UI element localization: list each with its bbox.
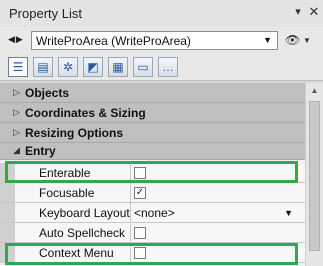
property-label: Auto Spellcheck xyxy=(39,226,126,240)
row-gutter xyxy=(0,203,15,222)
object-select[interactable]: WriteProArea (WriteProArea) ▼ xyxy=(31,31,278,50)
category-label: Resizing Options xyxy=(25,126,124,140)
expand-icon[interactable]: ▷ xyxy=(13,107,20,118)
category-label: Objects xyxy=(25,86,70,100)
property-label: Focusable xyxy=(39,186,95,200)
collapse-icon[interactable]: ◢ xyxy=(13,145,20,156)
keyboard-layout-select[interactable]: <none> xyxy=(134,206,175,220)
scroll-thumb[interactable] xyxy=(309,101,320,251)
row-gutter xyxy=(0,223,15,242)
focusable-checkbox[interactable]: ✓ xyxy=(134,187,146,199)
category-label: Entry xyxy=(25,144,56,158)
tab-list-view-icon[interactable]: ☰ xyxy=(8,57,28,77)
tab-screen-icon[interactable]: ▭ xyxy=(133,57,153,77)
object-select-value: WriteProArea (WriteProArea) xyxy=(36,34,191,48)
eye-icon[interactable]: 👁 xyxy=(285,33,300,47)
category-entry[interactable]: ◢ Entry xyxy=(0,143,305,160)
property-row-keyboard-layout: Keyboard Layout <none> ▼ xyxy=(0,203,305,223)
title-bar: Property List ▾ ✕ xyxy=(0,0,323,27)
property-label: Keyboard Layout xyxy=(39,206,130,220)
highlight-box-enterable xyxy=(5,161,298,183)
auto-spellcheck-checkbox[interactable] xyxy=(134,227,146,239)
tab-objects-icon[interactable]: ◩ xyxy=(83,57,103,77)
property-row-focusable: Focusable ✓ xyxy=(0,183,305,203)
window-title: Property List xyxy=(9,6,82,21)
chevron-down-icon[interactable]: ▼ xyxy=(284,208,293,218)
expand-icon[interactable]: ▷ xyxy=(13,127,20,138)
column-divider xyxy=(130,183,131,202)
category-resizing-options[interactable]: ▷ Resizing Options xyxy=(0,123,305,143)
tab-form-icon[interactable]: ▤ xyxy=(33,57,53,77)
column-divider xyxy=(130,203,131,222)
column-divider xyxy=(130,223,131,242)
tab-settings-icon[interactable]: ✲ xyxy=(58,57,78,77)
category-label: Coordinates & Sizing xyxy=(25,106,146,120)
vertical-scrollbar[interactable]: ▲ xyxy=(305,83,323,266)
highlight-box-context-menu xyxy=(5,243,298,265)
tab-more-icon[interactable]: … xyxy=(158,57,178,77)
eye-menu-caret-icon[interactable]: ▼ xyxy=(303,36,311,45)
chevron-down-icon: ▼ xyxy=(263,35,272,45)
category-coordinates-sizing[interactable]: ▷ Coordinates & Sizing xyxy=(0,103,305,123)
nav-arrows-icon[interactable]: ◀▶ xyxy=(8,34,24,45)
property-row-auto-spellcheck: Auto Spellcheck xyxy=(0,223,305,243)
tab-chart-icon[interactable]: ▦ xyxy=(108,57,128,77)
close-icon[interactable]: ✕ xyxy=(307,5,321,19)
pin-icon[interactable]: ▾ xyxy=(291,5,305,19)
scroll-up-icon[interactable]: ▲ xyxy=(306,83,323,99)
expand-icon[interactable]: ▷ xyxy=(13,87,20,98)
category-objects[interactable]: ▷ Objects xyxy=(0,83,305,103)
object-selector-row: ◀▶ WriteProArea (WriteProArea) ▼ 👁 ▼ xyxy=(0,27,323,54)
row-gutter xyxy=(0,183,15,202)
tab-strip: ☰ ▤ ✲ ◩ ▦ ▭ … xyxy=(0,54,323,81)
